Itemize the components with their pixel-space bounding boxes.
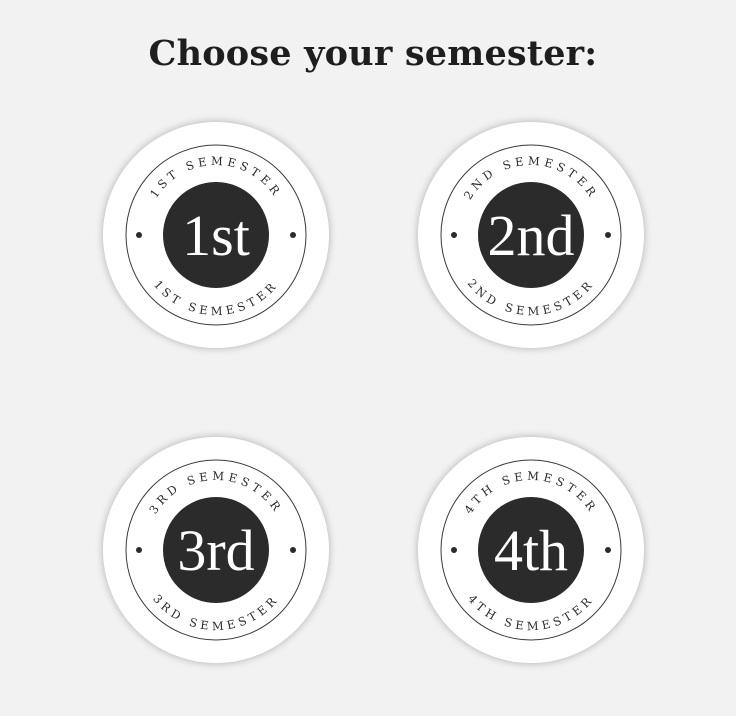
semester-number: 1st [182, 203, 250, 268]
dot-left-icon [136, 232, 142, 238]
semester-2-button[interactable]: 2ND SEMESTER 2ND SEMESTER 2nd [417, 121, 645, 349]
semester-number: 4th [494, 518, 568, 583]
dot-right-icon [290, 547, 296, 553]
dot-left-icon [136, 547, 142, 553]
semester-1-button[interactable]: 1ST SEMESTER 1ST SEMESTER 1st [102, 121, 330, 349]
semester-1-badge: 1ST SEMESTER 1ST SEMESTER 1st [103, 122, 329, 348]
dot-right-icon [290, 232, 296, 238]
semester-4-badge: 4TH SEMESTER 4TH SEMESTER 4th [418, 437, 644, 663]
dot-right-icon [605, 547, 611, 553]
dot-right-icon [605, 232, 611, 238]
semester-3-button[interactable]: 3RD SEMESTER 3RD SEMESTER 3rd [102, 436, 330, 664]
semester-2-badge: 2ND SEMESTER 2ND SEMESTER 2nd [418, 122, 644, 348]
semester-3-badge: 3RD SEMESTER 3RD SEMESTER 3rd [103, 437, 329, 663]
page-title: Choose your semester: [148, 33, 598, 74]
dot-left-icon [451, 232, 457, 238]
semester-number: 2nd [488, 203, 575, 268]
dot-left-icon [451, 547, 457, 553]
semester-number: 3rd [177, 518, 254, 583]
semester-4-button[interactable]: 4TH SEMESTER 4TH SEMESTER 4th [417, 436, 645, 664]
